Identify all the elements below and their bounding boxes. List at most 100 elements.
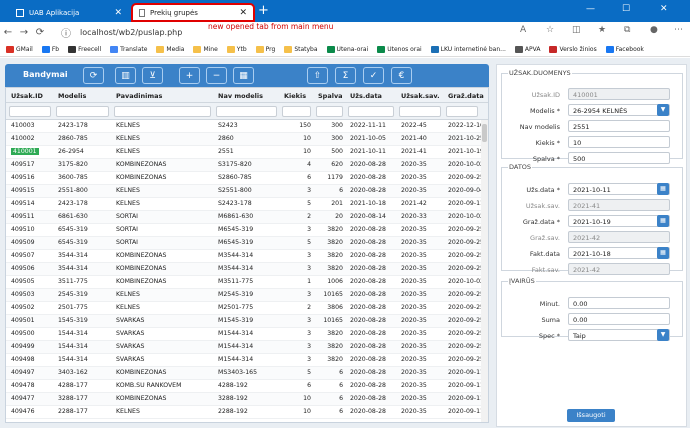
info-icon[interactable]: ⓘ bbox=[58, 25, 74, 40]
column-header[interactable]: Užsak.sav. bbox=[401, 92, 440, 100]
modelis-select[interactable]: 26-2954 KELNĖS bbox=[568, 104, 670, 116]
calendar-icon[interactable]: ▦ bbox=[657, 215, 669, 227]
column-filter-input[interactable] bbox=[348, 106, 394, 117]
fakt-data-field[interactable]: 2021-10-18 bbox=[568, 247, 670, 259]
table-row[interactable]: 409514 2423-178 KELNES S2423-178 5 201 2021-10… bbox=[6, 198, 484, 211]
back-icon[interactable]: ← bbox=[0, 27, 16, 38]
bookmark-item[interactable]: Utenos orai bbox=[377, 45, 422, 53]
calendar-icon[interactable]: ▦ bbox=[657, 247, 669, 259]
table-row[interactable]: 409500 1544-314 SVARKAS M1544-314 3 3820 2020-… bbox=[6, 328, 484, 341]
table-row[interactable]: 409477 3288-177 KOMBINEZONAS 3288-192 10 6 202… bbox=[6, 393, 484, 406]
bookmark-item[interactable]: Freecell bbox=[68, 45, 101, 53]
table-row[interactable]: 409503 2545-319 KELNES M2545-319 3 10165 2020-… bbox=[6, 289, 484, 302]
euro-icon[interactable]: € bbox=[391, 67, 412, 84]
table-row[interactable]: 409516 3600-785 KOMBINEZONAS S2860-785 6 1179… bbox=[6, 172, 484, 185]
column-filter-input[interactable] bbox=[399, 106, 441, 117]
table-row[interactable]: 409517 3175-820 KOMBINEZONAS S3175-820 4 620 2… bbox=[6, 159, 484, 172]
menu-icon[interactable]: ⋯ bbox=[674, 25, 683, 35]
minimize-icon[interactable]: — bbox=[586, 4, 595, 14]
nav-modelis-field[interactable]: 2551 bbox=[568, 120, 670, 132]
read-aloud-icon[interactable]: A bbox=[520, 25, 526, 35]
column-filter-input[interactable] bbox=[56, 106, 109, 117]
split-icon[interactable]: ◫ bbox=[572, 25, 581, 35]
close-window-icon[interactable]: ✕ bbox=[660, 4, 668, 14]
column-header[interactable]: Užsak.ID bbox=[11, 92, 43, 100]
chevron-down-icon[interactable]: ▼ bbox=[657, 104, 669, 116]
remove-icon[interactable]: − bbox=[206, 67, 227, 84]
tab-close-icon[interactable]: ✕ bbox=[239, 8, 247, 18]
bookmark-item[interactable]: Verslo žinios bbox=[549, 45, 597, 53]
table-row[interactable]: 410003 2423-178 KELNES S2423 150 300 2022-11-1… bbox=[6, 120, 484, 133]
url-field[interactable]: localhost/wb2/puslap.php bbox=[80, 28, 182, 37]
collections-icon[interactable]: ⧉ bbox=[624, 25, 630, 35]
reload-icon[interactable]: ⟳ bbox=[32, 27, 48, 38]
chevron-down-icon[interactable]: ▼ bbox=[657, 329, 669, 341]
column-filter-input[interactable] bbox=[216, 106, 277, 117]
scrollbar-thumb[interactable] bbox=[482, 124, 487, 142]
tab-close-icon[interactable]: ✕ bbox=[114, 8, 122, 18]
bookmark-item[interactable]: Ytb bbox=[226, 45, 247, 53]
table-row[interactable]: 409506 3544-314 KOMBINEZONAS M3544-314 3 3820… bbox=[6, 263, 484, 276]
bookmark-item[interactable]: GMail bbox=[6, 45, 33, 53]
refresh-icon[interactable]: ⟳ bbox=[83, 67, 104, 84]
table-row[interactable]: 410002 2860-785 KELNES 2860 10 300 2021-10-05 2… bbox=[6, 133, 484, 146]
bookmark-item[interactable]: Translate bbox=[110, 45, 147, 53]
column-filter-input[interactable] bbox=[282, 106, 311, 117]
table-row[interactable]: 409510 6545-319 SORTAI M6545-319 3 3820 2020-0… bbox=[6, 224, 484, 237]
browser-tab-active[interactable]: Prekių grupės ✕ bbox=[131, 3, 255, 22]
column-filter-input[interactable] bbox=[114, 106, 211, 117]
bookmark-item[interactable]: Prg bbox=[255, 45, 275, 53]
calculator-icon[interactable]: ▦ bbox=[233, 67, 254, 84]
bookmark-item[interactable]: APVA bbox=[514, 45, 540, 53]
table-row[interactable]: 409502 2501-775 KELNES M2501-775 2 3806 2020-0… bbox=[6, 302, 484, 315]
column-header[interactable]: Nav modelis bbox=[218, 92, 263, 100]
table-row[interactable]: 409501 1545-319 SVARKAS M1545-319 3 10165 2020… bbox=[6, 315, 484, 328]
table-row[interactable]: 409515 2551-800 KELNES S2551-800 3 6 2020-08-2… bbox=[6, 185, 484, 198]
filter-clear-icon[interactable]: ⊻ bbox=[142, 67, 163, 84]
column-header[interactable]: Pavadinimas bbox=[116, 92, 162, 100]
export-icon[interactable]: ⇧ bbox=[307, 67, 328, 84]
bookmark-item[interactable]: Utena-orai bbox=[326, 45, 368, 53]
bookmark-item[interactable]: Mine bbox=[193, 45, 218, 53]
table-row[interactable]: 409497 3403-162 KOMBINEZONAS MS3403-165 5 6 20… bbox=[6, 367, 484, 380]
spec-select[interactable]: Taip bbox=[568, 329, 670, 341]
add-icon[interactable]: + bbox=[179, 67, 200, 84]
table-row[interactable]: 409505 3511-775 KOMBINEZONAS M3511-775 1 1006… bbox=[6, 276, 484, 289]
maximize-icon[interactable]: ☐ bbox=[622, 4, 630, 14]
column-header[interactable]: Kiekis bbox=[284, 92, 306, 100]
bookmark-item[interactable]: Facebook bbox=[605, 45, 644, 53]
bookmark-item[interactable]: LKU internetinė ban... bbox=[430, 45, 506, 53]
uzs-data-field[interactable]: 2021-10-11 bbox=[568, 183, 670, 195]
vertical-scrollbar[interactable] bbox=[481, 120, 488, 422]
columns-icon[interactable]: ▥ bbox=[115, 67, 136, 84]
browser-tab-app[interactable]: UAB Aplikacija ✕ bbox=[10, 3, 128, 22]
column-filter-input[interactable] bbox=[316, 106, 343, 117]
suma-field[interactable]: 0.00 bbox=[568, 313, 670, 325]
column-filter-input[interactable] bbox=[9, 106, 51, 117]
table-row[interactable]: 410001 26-2954 KELNES 2551 10 500 2021-10-11 20… bbox=[6, 146, 484, 159]
favorite-star-icon[interactable]: ☆ bbox=[546, 25, 554, 35]
calendar-icon[interactable]: ▦ bbox=[657, 183, 669, 195]
new-tab-icon[interactable]: + bbox=[258, 3, 269, 18]
table-row[interactable]: 409476 2288-177 KELNES 2288-192 10 6 2020-08-2… bbox=[6, 406, 484, 419]
column-filter-input[interactable] bbox=[446, 106, 478, 117]
table-row[interactable]: 409499 1544-314 SVARKAS M1544-314 3 3820 2020-… bbox=[6, 341, 484, 354]
minut-field[interactable]: 0.00 bbox=[568, 297, 670, 309]
check-icon[interactable]: ✓ bbox=[363, 67, 384, 84]
table-row[interactable]: 409507 3544-314 KOMBINEZONAS M3544-314 3 3820… bbox=[6, 250, 484, 263]
bookmark-item[interactable]: Statyba bbox=[284, 45, 318, 53]
sum-icon[interactable]: Σ bbox=[335, 67, 356, 84]
save-button[interactable]: Išsaugoti bbox=[567, 409, 615, 422]
table-row[interactable]: 409478 4288-177 KOMB.SU RANKOVEM 4288-192 6 6… bbox=[6, 380, 484, 393]
column-header[interactable]: Modelis bbox=[58, 92, 86, 100]
table-row[interactable]: 409498 1544-314 SVARKAS M1544-314 3 3820 2020-… bbox=[6, 354, 484, 367]
profile-icon[interactable]: ● bbox=[650, 25, 658, 35]
forward-icon[interactable]: → bbox=[16, 27, 32, 38]
column-header[interactable]: Užs.data bbox=[350, 92, 382, 100]
bookmark-item[interactable]: Media bbox=[156, 45, 184, 53]
graz-data-field[interactable]: 2021-10-19 bbox=[568, 215, 670, 227]
bookmark-item[interactable]: Fb bbox=[41, 45, 59, 53]
table-row[interactable]: 409511 6861-630 SORTAI M6861-630 2 20 2020-08-… bbox=[6, 211, 484, 224]
column-header[interactable]: Spalva bbox=[318, 92, 343, 100]
kiekis-field[interactable]: 10 bbox=[568, 136, 670, 148]
